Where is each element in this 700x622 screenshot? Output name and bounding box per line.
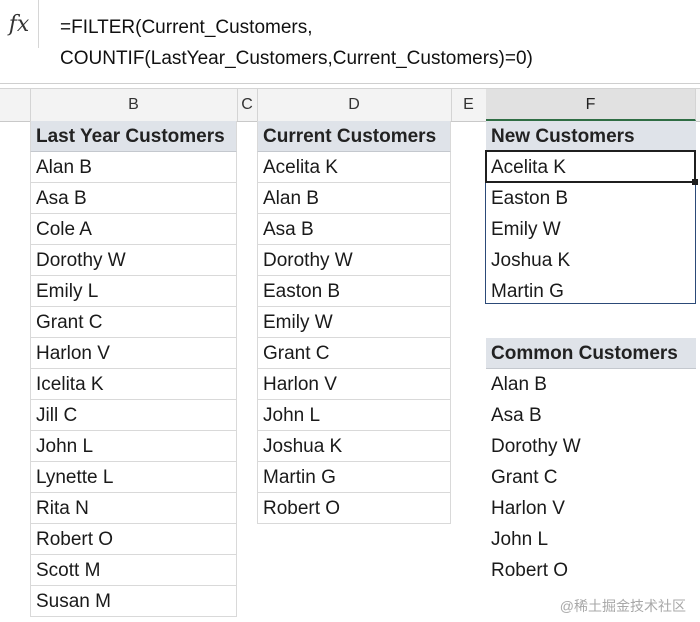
column-header-c[interactable]: C: [237, 89, 258, 121]
watermark-text: @稀土掘金技术社区: [559, 598, 686, 614]
new-customers-cell[interactable]: Emily W: [486, 214, 696, 245]
fill-handle[interactable]: [692, 179, 698, 185]
current-header-cell[interactable]: Current Customers: [257, 121, 451, 152]
new-customers-cell[interactable]: Joshua K: [486, 245, 696, 276]
last-year-cell[interactable]: Alan B: [30, 152, 237, 183]
row-header-corner[interactable]: [0, 89, 31, 121]
formula-bar-divider: [0, 83, 700, 84]
current-cell[interactable]: Harlon V: [257, 369, 451, 400]
column-header-d[interactable]: D: [257, 89, 452, 121]
fx-icon[interactable]: fx: [0, 0, 39, 48]
column-header-row: B C D E F: [0, 88, 700, 122]
common-customers-cell[interactable]: Dorothy W: [486, 431, 696, 462]
last-year-cell[interactable]: Jill C: [30, 400, 237, 431]
current-cell[interactable]: Dorothy W: [257, 245, 451, 276]
new-customers-cell[interactable]: Martin G: [486, 276, 696, 307]
formula-text-line-2: COUNTIF(LastYear_Customers,Current_Custo…: [60, 48, 533, 69]
new-customers-cell[interactable]: Easton B: [486, 183, 696, 214]
new-customers-header-cell[interactable]: New Customers: [486, 121, 696, 152]
current-cell[interactable]: Emily W: [257, 307, 451, 338]
last-year-cell[interactable]: Susan M: [30, 586, 237, 617]
last-year-cell[interactable]: Robert O: [30, 524, 237, 555]
column-header-f[interactable]: F: [486, 89, 696, 121]
last-year-cell[interactable]: Cole A: [30, 214, 237, 245]
last-year-cell[interactable]: Emily L: [30, 276, 237, 307]
column-header-e[interactable]: E: [451, 89, 487, 121]
last-year-cell[interactable]: Scott M: [30, 555, 237, 586]
common-customers-cell[interactable]: Harlon V: [486, 493, 696, 524]
current-cell[interactable]: Acelita K: [257, 152, 451, 183]
last-year-cell[interactable]: Asa B: [30, 183, 237, 214]
common-customers-cell[interactable]: John L: [486, 524, 696, 555]
current-cell[interactable]: Alan B: [257, 183, 451, 214]
common-customers-header-cell[interactable]: Common Customers: [486, 338, 696, 369]
formula-bar-input[interactable]: =FILTER(Current_Customers, COUNTIF(LastY…: [60, 12, 680, 74]
last-year-cell[interactable]: Dorothy W: [30, 245, 237, 276]
last-year-cell[interactable]: Lynette L: [30, 462, 237, 493]
last-year-header-cell[interactable]: Last Year Customers: [30, 121, 237, 152]
common-customers-cell[interactable]: Robert O: [486, 555, 696, 586]
common-customers-cell[interactable]: Alan B: [486, 369, 696, 400]
last-year-cell[interactable]: John L: [30, 431, 237, 462]
formula-text-line-1: =FILTER(Current_Customers,: [60, 17, 313, 38]
column-header-b[interactable]: B: [30, 89, 238, 121]
current-cell[interactable]: Easton B: [257, 276, 451, 307]
common-customers-cell[interactable]: Grant C: [486, 462, 696, 493]
current-cell[interactable]: Martin G: [257, 462, 451, 493]
current-cell[interactable]: Asa B: [257, 214, 451, 245]
new-customers-cell[interactable]: Acelita K: [486, 152, 696, 183]
last-year-cell[interactable]: Grant C: [30, 307, 237, 338]
common-customers-cell[interactable]: Asa B: [486, 400, 696, 431]
last-year-cell[interactable]: Harlon V: [30, 338, 237, 369]
current-cell[interactable]: Joshua K: [257, 431, 451, 462]
current-cell[interactable]: Robert O: [257, 493, 451, 524]
last-year-cell[interactable]: Rita N: [30, 493, 237, 524]
last-year-cell[interactable]: Icelita K: [30, 369, 237, 400]
current-cell[interactable]: Grant C: [257, 338, 451, 369]
current-cell[interactable]: John L: [257, 400, 451, 431]
